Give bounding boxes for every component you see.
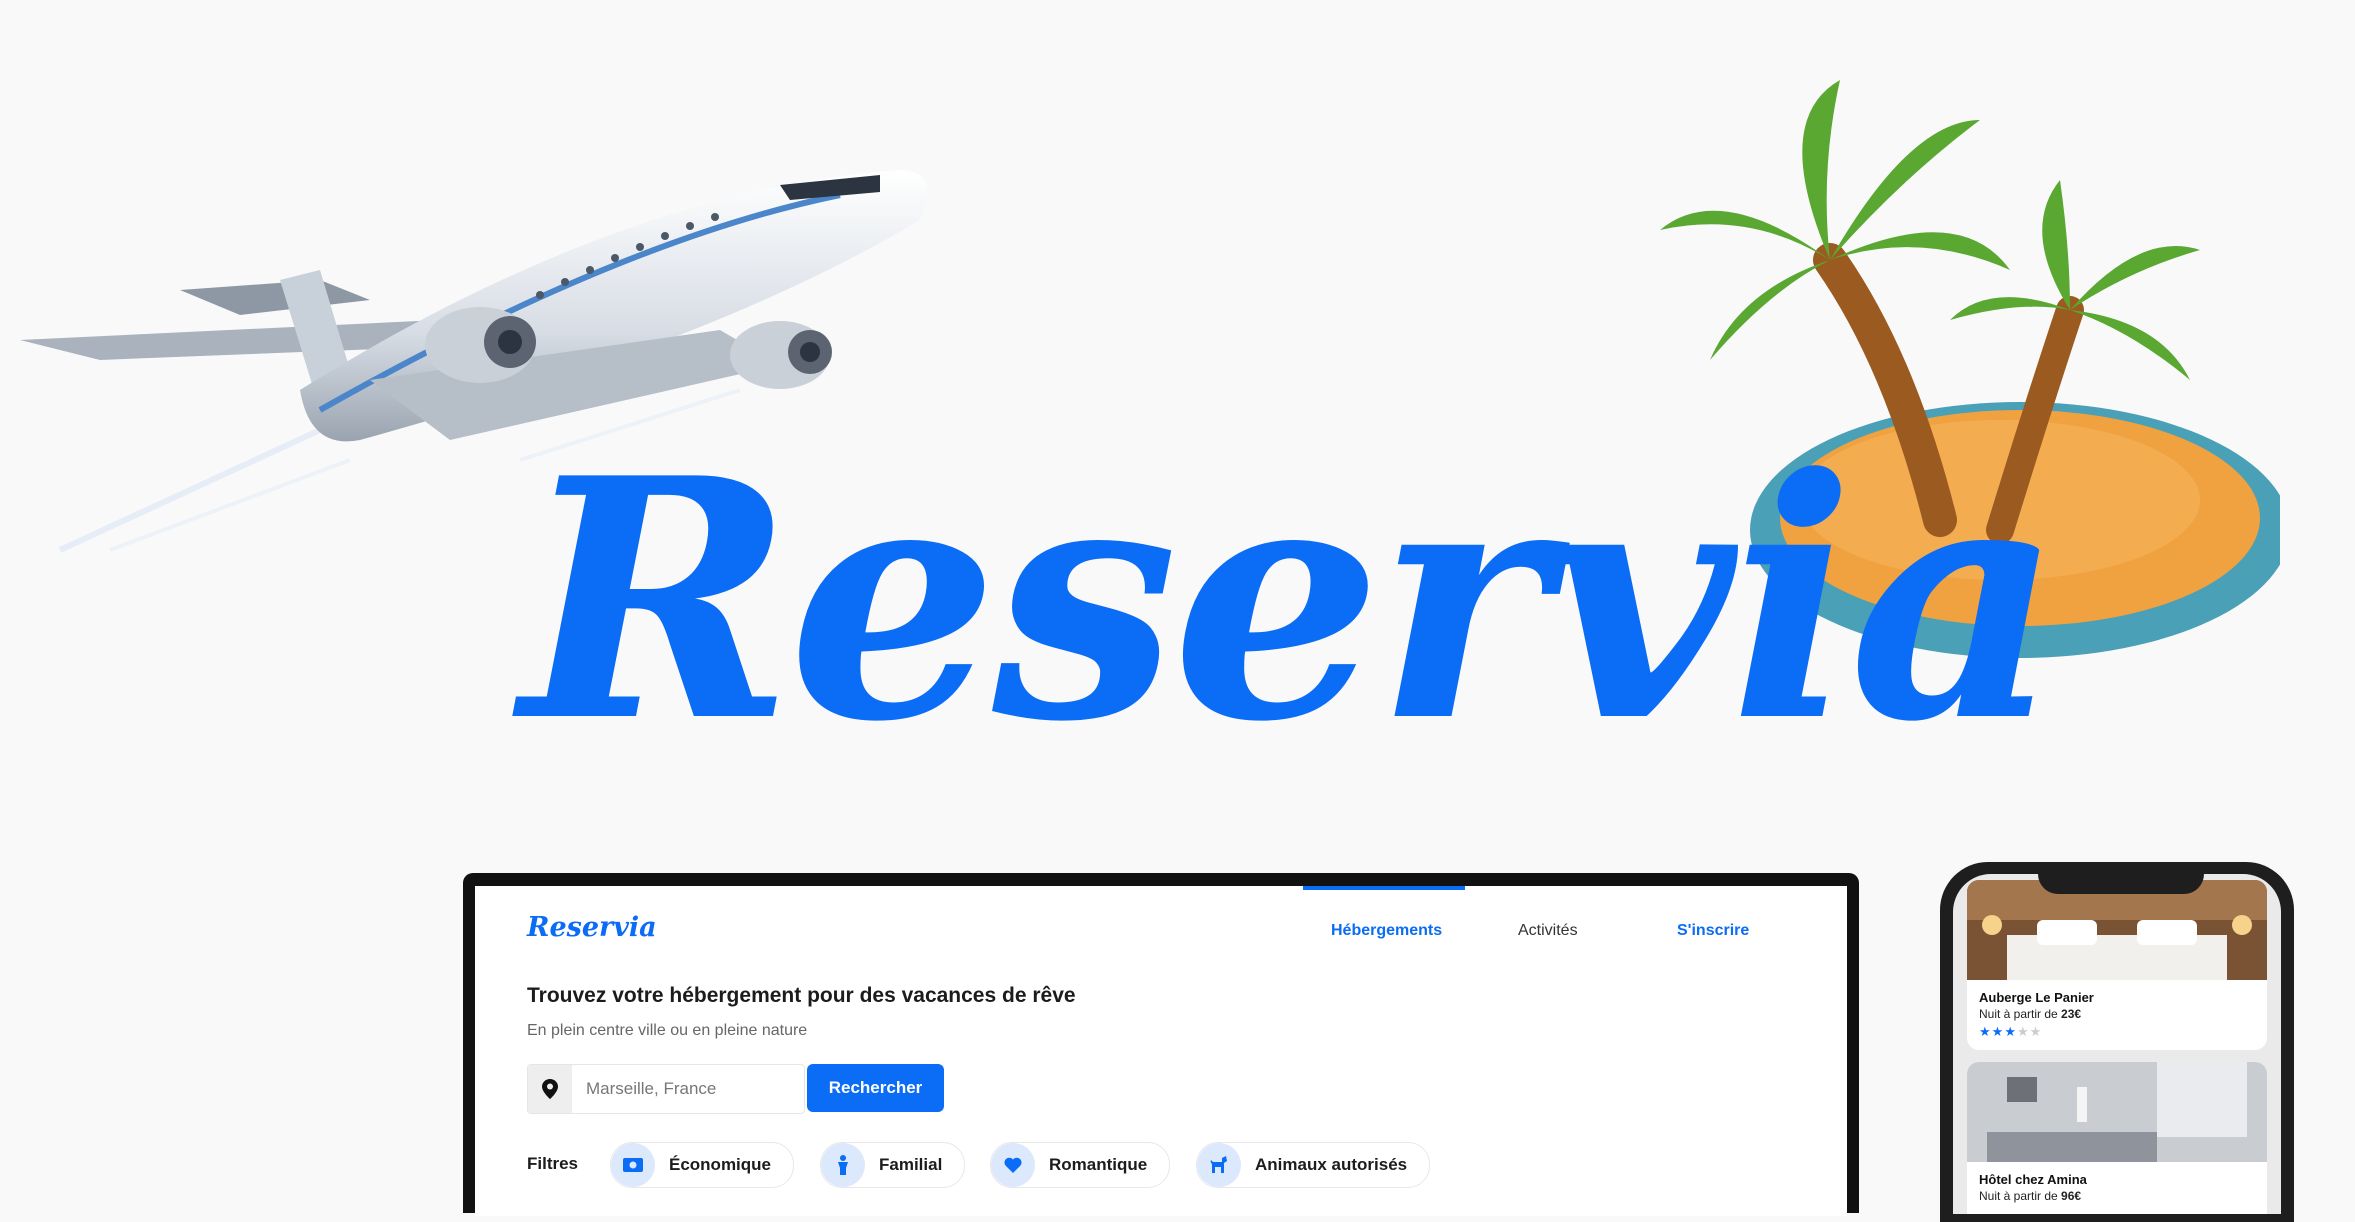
page-headline: Trouvez votre hébergement pour des vacan… <box>527 984 1076 1007</box>
filter-chip-economique[interactable]: Économique <box>610 1142 795 1188</box>
star-icon: ★ <box>2016 1024 2030 1039</box>
star-icon: ★ <box>2029 1024 2043 1039</box>
search-input[interactable]: Marseille, France <box>586 1079 716 1099</box>
laptop-screen: Reservia Hébergements Activités S'inscri… <box>475 886 1847 1216</box>
hotel-room-photo <box>1967 1062 2267 1162</box>
filter-chip-familial[interactable]: Familial <box>820 1142 966 1188</box>
search-field[interactable]: Marseille, France <box>527 1064 805 1114</box>
heart-icon <box>991 1143 1035 1187</box>
hotel-card[interactable]: Auberge Le Panier Nuit à partir de 23€ ★… <box>1967 880 2267 1050</box>
hotel-title: Hôtel chez Amina <box>1979 1172 2087 1187</box>
nav-signup[interactable]: S'inscrire <box>1677 922 1749 940</box>
filter-label: Économique <box>669 1155 772 1174</box>
reservia-hero-logo: Reservia <box>520 406 2063 794</box>
filters-label: Filtres <box>527 1154 579 1173</box>
filter-label: Familial <box>879 1155 943 1174</box>
filter-chip-romantique[interactable]: Romantique <box>990 1142 1171 1188</box>
hotel-title: Auberge Le Panier <box>1979 990 2094 1005</box>
site-logo[interactable]: Reservia <box>527 912 657 943</box>
money-icon <box>611 1143 655 1187</box>
star-rating: ★★★★★ <box>1979 1024 2042 1040</box>
nav-accommodations[interactable]: Hébergements <box>1331 922 1442 940</box>
nav-activities[interactable]: Activités <box>1518 922 1578 940</box>
page-subtitle: En plein centre ville ou en pleine natur… <box>527 1022 808 1039</box>
star-icon: ★ <box>1979 1024 1992 1039</box>
dog-icon <box>1197 1143 1241 1187</box>
hotel-price: Nuit à partir de 23€ <box>1979 1007 2082 1021</box>
hotel-price: Nuit à partir de 96€ <box>1979 1189 2082 1203</box>
phone-screen: Auberge Le Panier Nuit à partir de 23€ ★… <box>1953 874 2281 1214</box>
person-icon <box>821 1143 865 1187</box>
hotel-room-photo <box>1967 880 2267 980</box>
filter-label: Romantique <box>1049 1155 1148 1174</box>
hotel-card[interactable]: Hôtel chez Amina Nuit à partir de 96€ <box>1967 1062 2267 1214</box>
filter-chip-animaux[interactable]: Animaux autorisés <box>1196 1142 1431 1188</box>
star-icon: ★ <box>1991 1024 2005 1039</box>
star-icon: ★ <box>2004 1024 2017 1039</box>
phone-notch <box>2038 864 2204 894</box>
filter-label: Animaux autorisés <box>1255 1155 1408 1174</box>
active-tab-indicator <box>1303 886 1465 890</box>
search-button[interactable]: Rechercher <box>807 1064 944 1112</box>
location-pin-icon <box>528 1065 572 1113</box>
